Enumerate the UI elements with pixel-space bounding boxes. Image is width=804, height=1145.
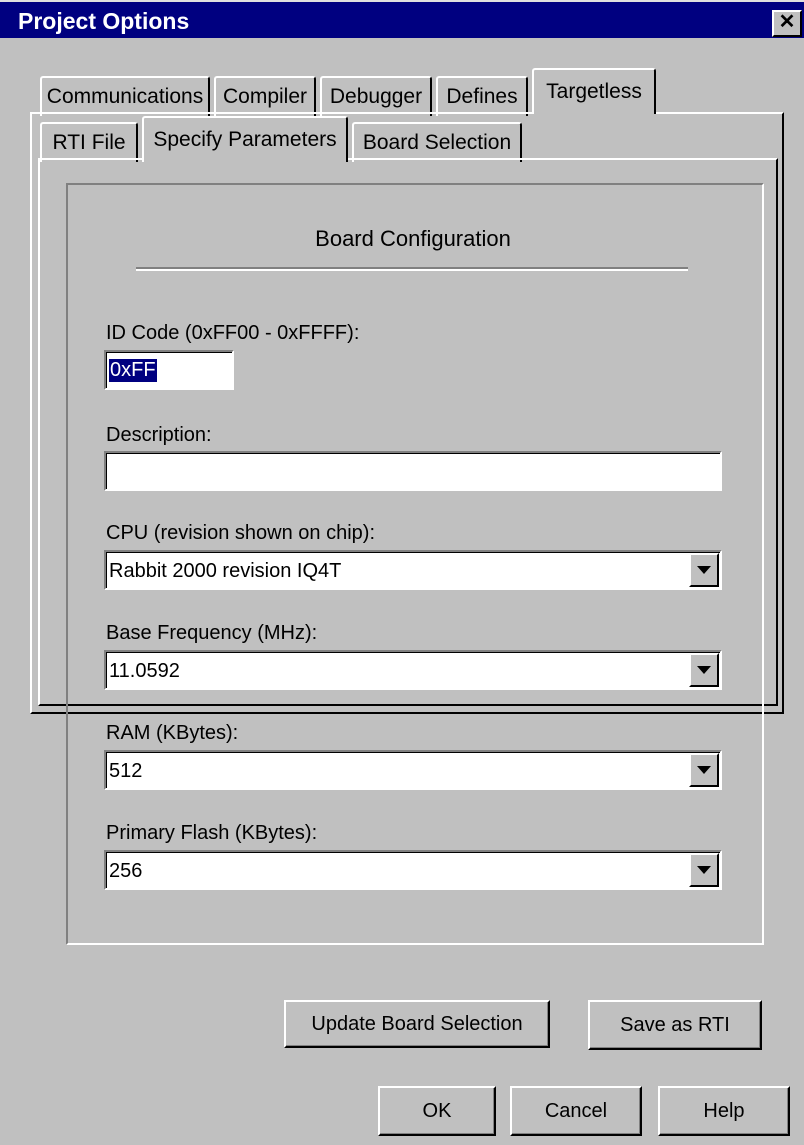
chevron-down-icon <box>697 566 711 574</box>
base-frequency-dropdown-button[interactable] <box>689 653 719 687</box>
save-as-rti-button[interactable]: Save as RTI <box>588 1000 762 1050</box>
tab-targetless[interactable]: Targetless <box>532 68 656 114</box>
update-board-selection-button[interactable]: Update Board Selection <box>284 1000 550 1048</box>
description-input[interactable] <box>104 451 722 491</box>
cpu-value: Rabbit 2000 revision IQ4T <box>109 560 342 582</box>
tab-communications[interactable]: Communications <box>40 76 210 116</box>
cpu-dropdown-button[interactable] <box>689 553 719 587</box>
base-frequency-value: 11.0592 <box>109 660 180 682</box>
tab-defines[interactable]: Defines <box>436 76 528 116</box>
tab-compiler[interactable]: Compiler <box>214 76 316 116</box>
title-bar: Project Options ✕ <box>0 0 804 40</box>
base-frequency-label: Base Frequency (MHz): <box>106 622 318 644</box>
ram-value: 512 <box>109 760 143 782</box>
window-title: Project Options <box>18 8 190 34</box>
flash-dropdown-button[interactable] <box>689 853 719 887</box>
id-code-label: ID Code (0xFF00 - 0xFFFF): <box>106 322 360 344</box>
description-label: Description: <box>106 424 212 446</box>
base-frequency-select[interactable]: 11.0592 <box>104 650 722 690</box>
cpu-select[interactable]: Rabbit 2000 revision IQ4T <box>104 550 722 590</box>
ram-dropdown-button[interactable] <box>689 753 719 787</box>
close-icon[interactable]: ✕ <box>772 10 802 37</box>
tab-specify-parameters[interactable]: Specify Parameters <box>142 116 348 162</box>
ram-label: RAM (KBytes): <box>106 722 239 744</box>
chevron-down-icon <box>697 766 711 774</box>
project-options-dialog: Project Options ✕ Communications Compile… <box>0 0 804 1145</box>
help-button[interactable]: Help <box>658 1086 790 1136</box>
flash-value: 256 <box>109 860 143 882</box>
heading-separator <box>136 267 688 271</box>
flash-select[interactable]: 256 <box>104 850 722 890</box>
ok-button[interactable]: OK <box>378 1086 496 1136</box>
flash-label: Primary Flash (KBytes): <box>106 822 318 844</box>
chevron-down-icon <box>697 666 711 674</box>
tab-debugger[interactable]: Debugger <box>320 76 432 116</box>
cpu-label: CPU (revision shown on chip): <box>106 522 375 544</box>
cancel-button[interactable]: Cancel <box>510 1086 642 1136</box>
chevron-down-icon <box>697 866 711 874</box>
id-code-value: 0xFF <box>109 359 157 382</box>
group-heading: Board Configuration <box>315 226 511 251</box>
ram-select[interactable]: 512 <box>104 750 722 790</box>
id-code-input[interactable]: 0xFF <box>104 350 234 390</box>
